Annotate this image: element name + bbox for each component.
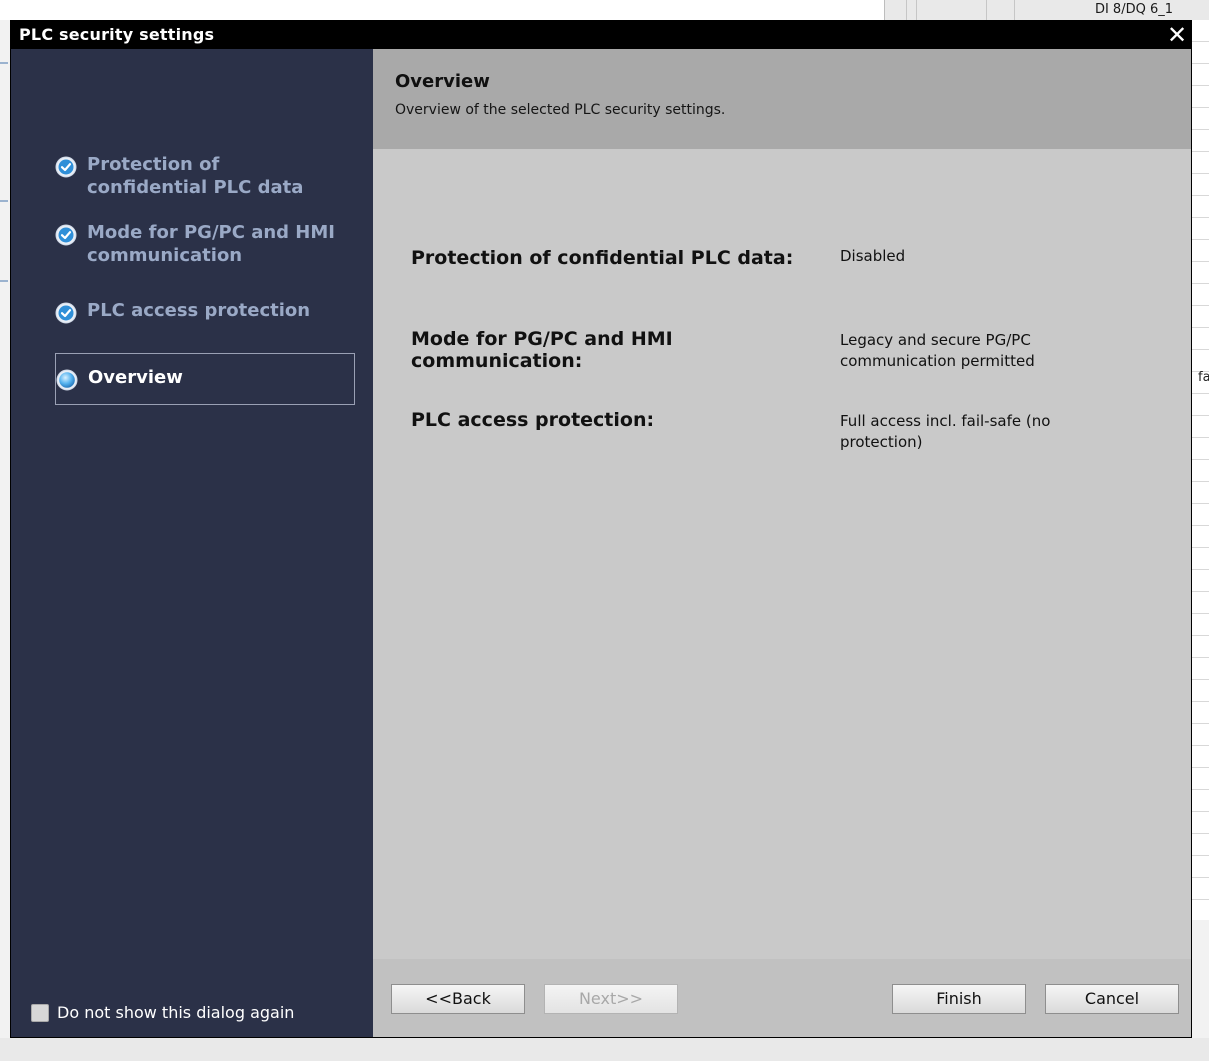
- wizard-button-bar: <<Back Next>> Finish Cancel: [373, 959, 1191, 1037]
- overview-content-pane: Overview Overview of the selected PLC se…: [373, 49, 1191, 1037]
- background-tab-cell: [917, 0, 987, 20]
- summary-label: Mode for PG/PC and HMI communication:: [411, 328, 673, 372]
- background-grid: [1192, 20, 1209, 920]
- close-button[interactable]: ✕: [1163, 21, 1191, 49]
- check-circle-icon: [55, 156, 77, 178]
- summary-label: PLC access protection:: [411, 409, 655, 431]
- background-tab-cell: [885, 0, 907, 20]
- close-icon: ✕: [1166, 21, 1188, 49]
- background-tick: [0, 280, 8, 282]
- background-tab-cell: [907, 0, 917, 20]
- background-tick: [0, 200, 8, 202]
- content-header: Overview Overview of the selected PLC se…: [373, 49, 1191, 149]
- page-subtitle: Overview of the selected PLC security se…: [395, 102, 726, 118]
- dialog-title: PLC security settings: [19, 25, 215, 44]
- cancel-button[interactable]: Cancel: [1045, 984, 1179, 1014]
- background-tick: [0, 62, 8, 64]
- plc-security-settings-dialog: PLC security settings ✕ Protection of co…: [10, 20, 1192, 1038]
- current-step-icon: [56, 369, 78, 391]
- nav-item-overview[interactable]: Overview: [55, 353, 355, 405]
- nav-item-protection-of-confidential-plc-data[interactable]: Protection of confidential PLC data: [55, 153, 337, 199]
- check-circle-icon: [55, 224, 77, 246]
- wizard-step-nav: Protection of confidential PLC data Mode…: [11, 49, 373, 1037]
- nav-item-label: PLC access protection: [87, 300, 311, 321]
- dont-show-again-option[interactable]: Do not show this dialog again: [31, 1003, 294, 1022]
- finish-button[interactable]: Finish: [892, 984, 1026, 1014]
- nav-item-plc-access-protection[interactable]: PLC access protection: [55, 299, 337, 324]
- summary-value: Disabled: [840, 247, 906, 265]
- check-circle-icon: [55, 302, 77, 324]
- background-status-area: [0, 1038, 1209, 1061]
- summary-value: Legacy and secure PG/PC communication pe…: [840, 331, 1035, 370]
- summary-value: Full access incl. fail-safe (no protecti…: [840, 412, 1051, 451]
- summary-label: Protection of confidential PLC data:: [411, 247, 794, 269]
- background-text-fragment: fa: [1198, 370, 1209, 385]
- nav-item-label: Protection of confidential PLC data: [87, 154, 304, 198]
- nav-item-label: Overview: [88, 367, 183, 388]
- background-module-tab: DI 8/DQ 6_1: [884, 0, 1209, 20]
- back-button[interactable]: <<Back: [391, 984, 525, 1014]
- background-tab-cell: [987, 0, 1015, 20]
- dialog-titlebar[interactable]: PLC security settings ✕: [11, 21, 1191, 49]
- nav-item-label: Mode for PG/PC and HMI communication: [87, 222, 335, 266]
- dont-show-again-label: Do not show this dialog again: [57, 1003, 295, 1022]
- nav-item-mode-for-pg-pc-and-hmi-communication[interactable]: Mode for PG/PC and HMI communication: [55, 221, 337, 267]
- dont-show-again-checkbox[interactable]: [31, 1003, 49, 1022]
- next-button[interactable]: Next>>: [544, 984, 678, 1014]
- page-title: Overview: [395, 71, 490, 92]
- background-module-label: DI 8/DQ 6_1: [1094, 2, 1173, 17]
